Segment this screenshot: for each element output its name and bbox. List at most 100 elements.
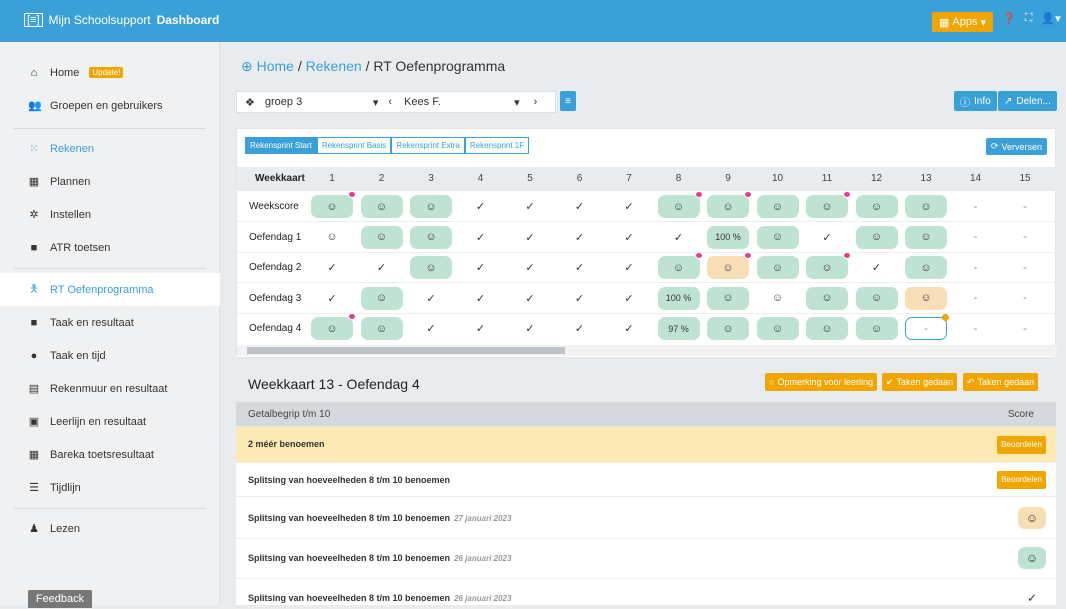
week-number[interactable]: 14	[955, 173, 997, 184]
sidebar-item-taak-tijd[interactable]: ● Taak en tijd	[0, 339, 220, 372]
smiley-icon[interactable]: ☺	[757, 287, 799, 310]
caret-down-icon[interactable]: ▾	[373, 96, 379, 109]
smiley-icon[interactable]: ☺	[707, 191, 752, 218]
check-icon[interactable]: ✓	[460, 226, 502, 249]
refresh-button[interactable]: ⟳ Verversen	[985, 138, 1047, 155]
smiley-icon[interactable]: ☺	[311, 226, 353, 249]
week-number[interactable]: 13	[905, 173, 947, 184]
tab-rekensprint-start[interactable]: Rekensprint Start	[245, 137, 317, 154]
smiley-icon[interactable]: ☺	[905, 286, 947, 310]
smiley-icon[interactable]: ☺	[756, 225, 799, 249]
check-icon[interactable]: ✓	[460, 317, 502, 340]
feedback-button[interactable]: Feedback	[28, 590, 92, 608]
check-icon[interactable]: ✓	[311, 256, 353, 279]
check-icon[interactable]: ✓	[1018, 587, 1046, 609]
sidebar-item-leerlijn[interactable]: ▣ Leerlijn en resultaat	[0, 405, 220, 438]
empty-cell[interactable]: -	[905, 314, 949, 340]
beoordelen-button[interactable]: Beoordelen	[997, 471, 1046, 489]
sidebar-item-tijdlijn[interactable]: ☰ Tijdlijn	[0, 471, 220, 504]
help-icon[interactable]: ❓	[1002, 12, 1016, 25]
sidebar-item-taak-resultaat[interactable]: ■ Taak en resultaat	[0, 306, 220, 339]
check-icon[interactable]: ✓	[856, 256, 898, 279]
prev-student-button[interactable]: ‹	[388, 96, 392, 108]
check-icon[interactable]: ✓	[608, 226, 650, 249]
check-icon[interactable]: ✓	[608, 256, 650, 279]
smiley-icon[interactable]: ☺	[806, 317, 848, 340]
smiley-icon[interactable]: ☺	[410, 256, 452, 279]
tab-rekensprint-1f[interactable]: Rekensprint 1F	[464, 137, 530, 154]
sidebar-item-instellen[interactable]: ✲ Instellen	[0, 198, 220, 231]
sidebar-item-lezen[interactable]: ♟ Lezen	[0, 512, 220, 545]
sidebar-item-atr[interactable]: ■ ATR toetsen	[0, 231, 220, 264]
smiley-icon[interactable]: ☺	[360, 286, 403, 310]
smiley-icon[interactable]: ☺	[905, 195, 947, 218]
smiley-icon[interactable]: ☺	[410, 195, 452, 218]
smiley-icon[interactable]: ☺	[756, 256, 799, 279]
smiley-icon[interactable]: ☺	[855, 317, 898, 340]
week-number[interactable]: 7	[608, 173, 650, 184]
smiley-icon[interactable]: ☺	[855, 225, 898, 249]
smiley-icon[interactable]: ☺	[360, 225, 403, 249]
scrollbar-thumb[interactable]	[247, 347, 565, 354]
check-icon[interactable]: ✓	[460, 287, 502, 310]
caret-down-icon[interactable]: ▾	[514, 96, 520, 109]
empty-cell[interactable]: -	[1004, 287, 1046, 310]
percentage-cell[interactable]: 100 %	[657, 286, 700, 310]
exercise-row[interactable]: Splitsing van hoeveelheden 8 t/m 10 beno…	[236, 579, 1056, 605]
week-number[interactable]: 4	[460, 173, 502, 184]
check-icon[interactable]: ✓	[806, 226, 848, 249]
smiley-icon[interactable]: ☺	[1018, 507, 1046, 529]
week-number[interactable]: 2	[361, 173, 403, 184]
share-button[interactable]: ↗ Delen...	[998, 91, 1057, 111]
fullscreen-icon[interactable]: ⛶	[1025, 12, 1033, 25]
breadcrumb-home[interactable]: Home	[257, 58, 294, 74]
smiley-icon[interactable]: ☺	[360, 195, 403, 218]
beoordelen-button[interactable]: Beoordelen	[997, 436, 1046, 454]
check-icon[interactable]: ✓	[410, 287, 452, 310]
smiley-icon[interactable]: ☺	[855, 286, 898, 310]
check-icon[interactable]: ✓	[460, 256, 502, 279]
check-icon[interactable]: ✓	[658, 226, 700, 249]
check-icon[interactable]: ✓	[559, 226, 601, 249]
sidebar-item-plannen[interactable]: ▦ Plannen	[0, 165, 220, 198]
apps-button[interactable]: ▦ Apps ▾	[932, 12, 994, 32]
breadcrumb-rekenen[interactable]: Rekenen	[306, 58, 362, 74]
exercise-row[interactable]: Splitsing van hoeveelheden 8 t/m 10 beno…	[236, 463, 1056, 497]
week-number[interactable]: 10	[757, 173, 799, 184]
horizontal-scrollbar[interactable]	[237, 345, 1057, 356]
smiley-icon[interactable]: ☺	[707, 252, 752, 279]
week-number[interactable]: 9	[707, 173, 749, 184]
empty-cell[interactable]: -	[1004, 256, 1046, 279]
smiley-icon[interactable]: ☺	[905, 256, 947, 279]
tasks-done-button[interactable]: ✔ Taken gedaan	[882, 373, 958, 391]
sidebar-item-rt-oefenprogramma[interactable]: 🯅 RT Oefenprogramma	[0, 273, 220, 306]
smiley-icon[interactable]: ☺	[1018, 547, 1046, 569]
empty-cell[interactable]: -	[955, 287, 997, 310]
sidebar-item-groepen[interactable]: 👥 Groepen en gebruikers	[0, 89, 220, 122]
smiley-icon[interactable]: ☺	[855, 195, 898, 218]
smiley-icon[interactable]: ☺	[311, 313, 356, 340]
sidebar-item-rekenen[interactable]: ⁙ Rekenen	[0, 132, 220, 165]
empty-cell[interactable]: -	[955, 256, 997, 279]
tab-rekensprint-extra[interactable]: Rekensprint Extra	[391, 137, 465, 154]
empty-cell[interactable]: -	[955, 317, 997, 340]
exercise-row[interactable]: Splitsing van hoeveelheden 8 t/m 10 beno…	[236, 497, 1056, 539]
smiley-icon[interactable]: ☺	[806, 252, 851, 279]
check-icon[interactable]: ✓	[608, 317, 650, 340]
smiley-icon[interactable]: ☺	[806, 286, 848, 310]
week-number[interactable]: 8	[658, 173, 700, 184]
check-icon[interactable]: ✓	[559, 195, 601, 218]
check-icon[interactable]: ✓	[460, 195, 502, 218]
smiley-icon[interactable]: ☺	[806, 191, 851, 218]
empty-cell[interactable]: -	[955, 195, 997, 218]
user-menu-icon[interactable]: 👤▾	[1041, 12, 1060, 25]
check-icon[interactable]: ✓	[608, 287, 650, 310]
info-button[interactable]: ⓘ Info	[954, 91, 997, 111]
week-number[interactable]: 6	[559, 173, 601, 184]
tab-rekensprint-basis[interactable]: Rekensprint Basis	[316, 137, 392, 154]
week-number[interactable]: 1	[311, 173, 353, 184]
smiley-icon[interactable]: ☺	[707, 286, 749, 310]
percentage-cell[interactable]: 97 %	[657, 317, 700, 340]
percentage-cell[interactable]: 100 %	[707, 225, 749, 249]
exercise-row[interactable]: 2 méér benoemen Beoordelen	[236, 427, 1056, 463]
